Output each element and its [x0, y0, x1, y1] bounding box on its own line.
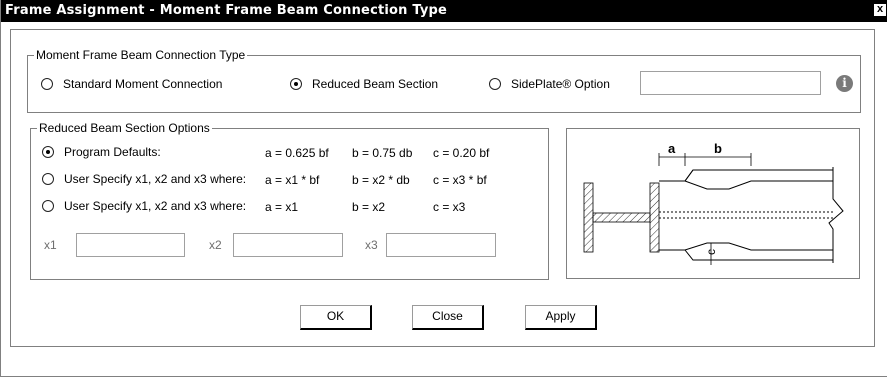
- radio-program-defaults[interactable]: Program Defaults:: [42, 145, 161, 159]
- rbs-options-group: Reduced Beam Section Options Program Def…: [30, 121, 549, 280]
- radio-button-program-defaults[interactable]: [42, 146, 54, 158]
- connection-type-legend: Moment Frame Beam Connection Type: [34, 48, 248, 62]
- radio-label-program-defaults: Program Defaults:: [64, 145, 161, 159]
- rbs-diagram-panel: a b c: [566, 128, 860, 279]
- window-title: Frame Assignment - Moment Frame Beam Con…: [5, 3, 448, 18]
- radio-button-reduced-beam[interactable]: [290, 78, 302, 90]
- dialog-window: Frame Assignment - Moment Frame Beam Con…: [0, 0, 887, 377]
- radio-button-standard[interactable]: [41, 78, 53, 90]
- rbs-diagram: a b c: [583, 141, 844, 265]
- diagram-label-b: b: [714, 141, 722, 156]
- ok-button[interactable]: OK: [300, 305, 372, 330]
- x1-input[interactable]: [76, 233, 185, 257]
- row1-a-value: a = 0.625 bf: [265, 146, 329, 160]
- title-bar[interactable]: Frame Assignment - Moment Frame Beam Con…: [1, 0, 887, 22]
- row2-b-value: b = x2 * db: [352, 173, 410, 187]
- row2-c-value: c = x3 * bf: [433, 173, 487, 187]
- column-flange-left: [583, 182, 594, 253]
- beam-bottom-flange: [659, 242, 833, 251]
- radio-reduced-beam-section[interactable]: Reduced Beam Section: [290, 77, 438, 91]
- sideplate-input[interactable]: [640, 71, 821, 95]
- radio-user-specify-absolute[interactable]: User Specify x1, x2 and x3 where:: [42, 199, 246, 213]
- apply-button[interactable]: Apply: [525, 305, 597, 330]
- row1-b-value: b = 0.75 db: [352, 146, 413, 160]
- rbs-options-legend: Reduced Beam Section Options: [37, 121, 212, 135]
- info-icon[interactable]: i: [836, 75, 853, 92]
- beam-top-flange: [659, 169, 833, 182]
- column-flange-right: [649, 182, 660, 253]
- radio-user-specify-factors[interactable]: User Specify x1, x2 and x3 where:: [42, 172, 246, 186]
- x3-label: x3: [365, 238, 378, 252]
- row3-b-value: b = x2: [352, 200, 386, 214]
- row3-a-value: a = x1: [265, 200, 299, 214]
- radio-label-reduced-beam: Reduced Beam Section: [312, 77, 439, 91]
- radio-label-user-specify-factors: User Specify x1, x2 and x3 where:: [64, 172, 247, 186]
- radio-label-standard: Standard Moment Connection: [63, 77, 223, 91]
- close-icon[interactable]: x: [874, 4, 886, 16]
- column-web: [592, 212, 651, 223]
- x3-input[interactable]: [386, 233, 496, 257]
- dialog-client-area: Moment Frame Beam Connection Type Standa…: [10, 29, 875, 347]
- radio-label-sideplate: SidePlate® Option: [511, 77, 610, 91]
- row1-c-value: c = 0.20 bf: [433, 146, 490, 160]
- radio-button-user-specify-factors[interactable]: [42, 173, 54, 185]
- x2-label: x2: [209, 238, 222, 252]
- x1-label: x1: [44, 238, 57, 252]
- diagram-label-c: c: [704, 249, 718, 255]
- radio-button-user-specify-absolute[interactable]: [42, 200, 54, 212]
- connection-type-group: Moment Frame Beam Connection Type Standa…: [27, 48, 861, 113]
- close-button[interactable]: Close: [412, 305, 484, 330]
- x2-input[interactable]: [233, 233, 343, 257]
- radio-standard-moment-connection[interactable]: Standard Moment Connection: [41, 77, 222, 91]
- radio-button-sideplate[interactable]: [489, 78, 501, 90]
- diagram-label-a: a: [668, 141, 676, 156]
- radio-sideplate-option[interactable]: SidePlate® Option: [489, 77, 610, 91]
- row3-c-value: c = x3: [433, 200, 466, 214]
- radio-label-user-specify-absolute: User Specify x1, x2 and x3 where:: [64, 199, 247, 213]
- row2-a-value: a = x1 * bf: [265, 173, 320, 187]
